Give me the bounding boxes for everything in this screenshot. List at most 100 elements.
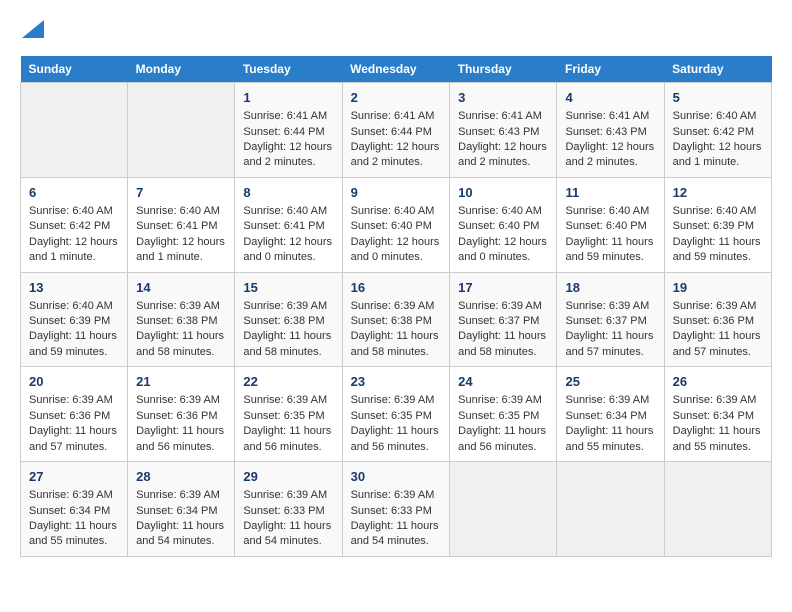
calendar-cell: 29Sunrise: 6:39 AMSunset: 6:33 PMDayligh… <box>235 462 342 557</box>
week-row-5: 27Sunrise: 6:39 AMSunset: 6:34 PMDayligh… <box>21 462 772 557</box>
cell-info: Sunrise: 6:41 AM <box>458 109 548 124</box>
cell-info: Daylight: 11 hours and 57 minutes. <box>565 329 655 360</box>
cell-info: Sunset: 6:34 PM <box>136 504 226 519</box>
cell-info: Sunrise: 6:39 AM <box>243 299 333 314</box>
cell-info: Sunset: 6:38 PM <box>136 314 226 329</box>
cell-info: Sunset: 6:35 PM <box>243 409 333 424</box>
day-number: 2 <box>351 89 442 107</box>
calendar-cell <box>450 462 557 557</box>
calendar-cell: 23Sunrise: 6:39 AMSunset: 6:35 PMDayligh… <box>342 367 450 462</box>
cell-info: Daylight: 12 hours and 2 minutes. <box>458 140 548 171</box>
cell-info: Sunrise: 6:39 AM <box>673 299 763 314</box>
day-number: 1 <box>243 89 333 107</box>
day-number: 14 <box>136 279 226 297</box>
calendar-cell: 5 Sunrise: 6:40 AMSunset: 6:42 PMDaylight… <box>664 83 771 178</box>
calendar-cell: 21Sunrise: 6:39 AMSunset: 6:36 PMDayligh… <box>128 367 235 462</box>
calendar-cell <box>128 83 235 178</box>
day-number: 3 <box>458 89 548 107</box>
header-cell-wednesday: Wednesday <box>342 56 450 83</box>
cell-info: Daylight: 12 hours and 1 minute. <box>136 235 226 266</box>
cell-info: Sunrise: 6:39 AM <box>351 488 442 503</box>
calendar-cell: 11Sunrise: 6:40 AMSunset: 6:40 PMDayligh… <box>557 177 664 272</box>
calendar-table: SundayMondayTuesdayWednesdayThursdayFrid… <box>20 56 772 557</box>
calendar-cell: 27Sunrise: 6:39 AMSunset: 6:34 PMDayligh… <box>21 462 128 557</box>
calendar-cell: 19 Sunrise: 6:39 AMSunset: 6:36 PMDayligh… <box>664 272 771 367</box>
cell-info: Sunrise: 6:40 AM <box>565 204 655 219</box>
day-number: 28 <box>136 468 226 486</box>
cell-info: Sunrise: 6:39 AM <box>673 393 763 408</box>
cell-info: Daylight: 11 hours and 54 minutes. <box>351 519 442 550</box>
calendar-cell: 26Sunrise: 6:39 AMSunset: 6:34 PMDayligh… <box>664 367 771 462</box>
cell-info: Daylight: 12 hours and 0 minutes. <box>243 235 333 266</box>
calendar-cell: 8Sunrise: 6:40 AMSunset: 6:41 PMDaylight… <box>235 177 342 272</box>
cell-info: Daylight: 12 hours and 1 minute. <box>29 235 119 266</box>
cell-info: Sunset: 6:35 PM <box>458 409 548 424</box>
cell-info: Sunrise: 6:39 AM <box>351 393 442 408</box>
week-row-2: 6Sunrise: 6:40 AMSunset: 6:42 PMDaylight… <box>21 177 772 272</box>
cell-info: Sunset: 6:42 PM <box>29 219 119 234</box>
calendar-cell <box>557 462 664 557</box>
cell-info: Daylight: 11 hours and 56 minutes. <box>136 424 226 455</box>
cell-info: Sunset: 6:37 PM <box>565 314 655 329</box>
day-number: 25 <box>565 373 655 391</box>
cell-info: Sunset: 6:42 PM <box>673 125 763 140</box>
cell-info: Sunset: 6:34 PM <box>565 409 655 424</box>
day-number: 10 <box>458 184 548 202</box>
cell-info: Sunset: 6:44 PM <box>351 125 442 140</box>
header-cell-monday: Monday <box>128 56 235 83</box>
calendar-cell: 10Sunrise: 6:40 AMSunset: 6:40 PMDayligh… <box>450 177 557 272</box>
week-row-1: 1Sunrise: 6:41 AMSunset: 6:44 PMDaylight… <box>21 83 772 178</box>
cell-info: Sunrise: 6:40 AM <box>243 204 333 219</box>
calendar-header: SundayMondayTuesdayWednesdayThursdayFrid… <box>21 56 772 83</box>
cell-info: Sunrise: 6:41 AM <box>565 109 655 124</box>
cell-info: Daylight: 12 hours and 1 minute. <box>673 140 763 171</box>
day-number: 19 <box>673 279 763 297</box>
cell-info: Sunset: 6:37 PM <box>458 314 548 329</box>
cell-info: Daylight: 11 hours and 59 minutes. <box>673 235 763 266</box>
day-number: 6 <box>29 184 119 202</box>
header-cell-tuesday: Tuesday <box>235 56 342 83</box>
header-row: SundayMondayTuesdayWednesdayThursdayFrid… <box>21 56 772 83</box>
day-number: 18 <box>565 279 655 297</box>
calendar-body: 1Sunrise: 6:41 AMSunset: 6:44 PMDaylight… <box>21 83 772 557</box>
calendar-cell: 6Sunrise: 6:40 AMSunset: 6:42 PMDaylight… <box>21 177 128 272</box>
header-cell-thursday: Thursday <box>450 56 557 83</box>
header-cell-sunday: Sunday <box>21 56 128 83</box>
cell-info: Sunset: 6:36 PM <box>136 409 226 424</box>
day-number: 23 <box>351 373 442 391</box>
calendar-cell <box>21 83 128 178</box>
cell-info: Sunset: 6:33 PM <box>243 504 333 519</box>
cell-info: Sunset: 6:39 PM <box>673 219 763 234</box>
day-number: 29 <box>243 468 333 486</box>
cell-info: Sunrise: 6:40 AM <box>673 204 763 219</box>
day-number: 5 <box>673 89 763 107</box>
cell-info: Sunset: 6:35 PM <box>351 409 442 424</box>
cell-info: Sunset: 6:41 PM <box>136 219 226 234</box>
calendar-cell <box>664 462 771 557</box>
day-number: 20 <box>29 373 119 391</box>
calendar-cell: 15Sunrise: 6:39 AMSunset: 6:38 PMDayligh… <box>235 272 342 367</box>
cell-info: Sunset: 6:34 PM <box>29 504 119 519</box>
day-number: 4 <box>565 89 655 107</box>
day-number: 13 <box>29 279 119 297</box>
day-number: 9 <box>351 184 442 202</box>
cell-info: Daylight: 12 hours and 2 minutes. <box>351 140 442 171</box>
day-number: 11 <box>565 184 655 202</box>
calendar-cell: 16Sunrise: 6:39 AMSunset: 6:38 PMDayligh… <box>342 272 450 367</box>
day-number: 22 <box>243 373 333 391</box>
cell-info: Sunrise: 6:40 AM <box>351 204 442 219</box>
day-number: 7 <box>136 184 226 202</box>
cell-info: Sunset: 6:34 PM <box>673 409 763 424</box>
cell-info: Daylight: 11 hours and 54 minutes. <box>136 519 226 550</box>
cell-info: Sunrise: 6:40 AM <box>673 109 763 124</box>
cell-info: Daylight: 11 hours and 57 minutes. <box>673 329 763 360</box>
cell-info: Sunset: 6:36 PM <box>29 409 119 424</box>
calendar-cell: 20Sunrise: 6:39 AMSunset: 6:36 PMDayligh… <box>21 367 128 462</box>
day-number: 17 <box>458 279 548 297</box>
cell-info: Sunrise: 6:41 AM <box>243 109 333 124</box>
cell-info: Daylight: 11 hours and 58 minutes. <box>458 329 548 360</box>
cell-info: Sunrise: 6:39 AM <box>243 488 333 503</box>
cell-info: Sunrise: 6:39 AM <box>29 488 119 503</box>
day-number: 15 <box>243 279 333 297</box>
cell-info: Sunset: 6:36 PM <box>673 314 763 329</box>
